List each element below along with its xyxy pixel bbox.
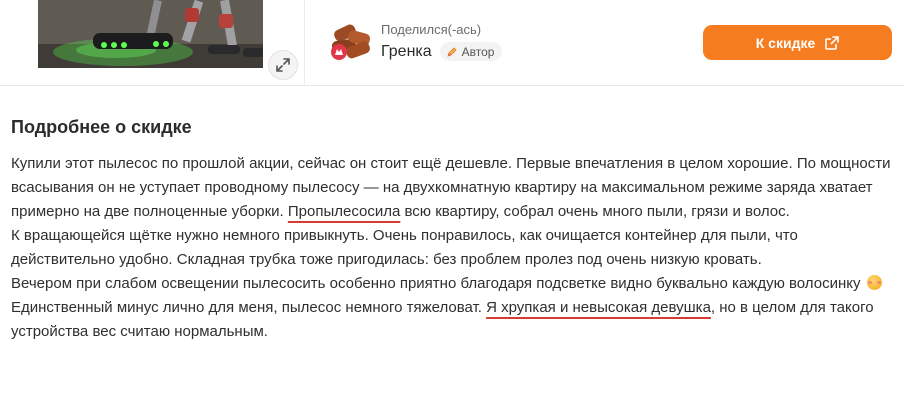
highlighted-phrase: Я хрупкая и невысокая девушка — [486, 299, 711, 316]
product-image-cell — [0, 0, 305, 86]
expand-image-button[interactable] — [268, 50, 298, 80]
text-run: Единственный минус лично для меня, пылес… — [11, 299, 487, 316]
external-link-icon — [825, 35, 840, 50]
go-to-deal-label: К скидке — [755, 34, 816, 51]
author-row: Гренка Автор — [381, 42, 503, 61]
shared-by-label: Поделился(-ась) — [381, 22, 482, 37]
expand-icon — [276, 58, 290, 72]
deal-header: Поделился(-ась) Гренка Автор К скидке — [0, 0, 904, 86]
description-paragraph: Купили этот пылесос по прошлой акции, се… — [11, 152, 891, 224]
toast-avatar-icon[interactable] — [328, 18, 374, 64]
description-paragraph: Вечером при слабом освещении пылесосить … — [11, 272, 891, 296]
author-name[interactable]: Гренка — [381, 43, 432, 61]
pencil-icon — [447, 46, 457, 57]
highlighted-phrase: Пропылесосила — [287, 203, 401, 220]
author-badge: Автор — [439, 42, 503, 61]
description-paragraph: К вращающейся щётке нужно немного привык… — [11, 227, 798, 268]
section-title: Подробнее о скидке — [11, 117, 192, 137]
product-image[interactable] — [38, 0, 263, 68]
text-run: всю квартиру, собрал очень много пыли, г… — [400, 203, 790, 220]
deal-description-section: Подробнее о скидке Купили этот пылесос п… — [0, 87, 904, 401]
description-text: Купили этот пылесос по прошлой акции, се… — [11, 152, 891, 344]
vacuum-illustration — [38, 0, 263, 68]
author-block: Поделился(-ась) Гренка Автор — [328, 14, 628, 74]
go-to-deal-button[interactable]: К скидке — [703, 25, 892, 60]
author-badge-label: Автор — [461, 44, 495, 59]
text-run: Вечером при слабом освещении пылесосить … — [11, 275, 861, 292]
blushing-face-icon — [866, 275, 882, 290]
description-paragraph: Единственный минус лично для меня, пылес… — [11, 296, 891, 344]
